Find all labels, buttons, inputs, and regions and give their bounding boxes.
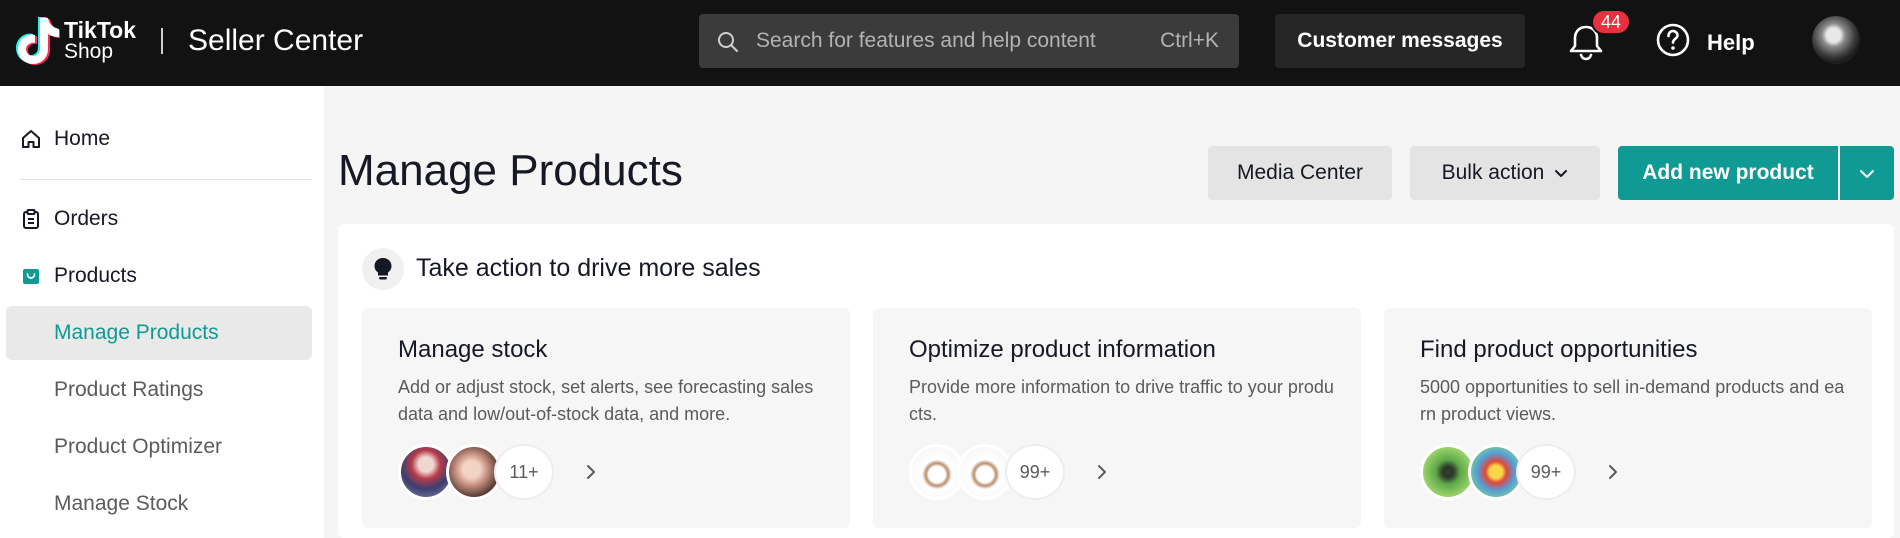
brand-line-2: Shop <box>64 40 114 63</box>
sidebar-divider <box>20 179 312 180</box>
sidebar-item-label: Home <box>54 127 111 150</box>
lightbulb-icon <box>374 258 392 280</box>
add-new-product-button[interactable]: Add new product <box>1618 146 1838 200</box>
lightbulb-icon-wrapper <box>362 248 404 290</box>
sidebar-subitem-label: Manage Products <box>54 321 219 344</box>
sales-actions-panel: Take action to drive more sales Manage s… <box>338 224 1894 538</box>
sidebar-item-label: Products <box>54 264 137 287</box>
sidebar-subitem-label: Product Ratings <box>54 378 204 401</box>
customer-messages-button[interactable]: Customer messages <box>1275 14 1525 68</box>
card-description: Provide more information to drive traffi… <box>909 377 1334 424</box>
tiktok-logo-icon[interactable] <box>16 16 60 66</box>
sidebar-subitem-label: Manage Stock <box>54 492 189 515</box>
card-title: Find product opportunities <box>1420 336 1698 363</box>
chevron-right-icon[interactable] <box>1604 463 1622 481</box>
sidebar-item-manage-products[interactable]: Manage Products <box>6 306 312 360</box>
page-title: Manage Products <box>338 146 683 195</box>
search-bar[interactable]: Search for features and help content Ctr… <box>699 14 1239 68</box>
more-count-badge: 99+ <box>1005 444 1065 500</box>
panel-title: Take action to drive more sales <box>416 254 761 282</box>
sidebar: Home Orders Products Manage Products Pro… <box>0 86 324 538</box>
chevron-right-icon[interactable] <box>1093 463 1111 481</box>
add-product-dropdown-button[interactable] <box>1840 146 1894 200</box>
brand-divider <box>161 28 163 54</box>
search-icon <box>718 32 738 52</box>
more-count-badge: 99+ <box>1516 444 1576 500</box>
more-count-badge: 11+ <box>494 444 554 500</box>
sidebar-subitem-label: Product Optimizer <box>54 435 223 458</box>
media-center-button[interactable]: Media Center <box>1208 146 1392 200</box>
avatar[interactable] <box>1812 16 1860 64</box>
sidebar-item-home[interactable]: Home <box>6 112 312 166</box>
search-placeholder[interactable]: Search for features and help content <box>756 29 1096 53</box>
help-circle-icon <box>1656 23 1690 57</box>
seller-center-title[interactable]: Seller Center <box>188 24 363 58</box>
top-bar: TikTok Shop Seller Center Search for fea… <box>0 0 1900 86</box>
card-title: Optimize product information <box>909 336 1216 363</box>
card-description: Add or adjust stock, set alerts, see for… <box>398 377 814 424</box>
clipboard-icon <box>23 209 39 229</box>
sidebar-item-products[interactable]: Products <box>6 249 312 303</box>
find-product-opportunities-card[interactable]: Find product opportunities 5000 opportun… <box>1384 308 1872 528</box>
help-label: Help <box>1707 30 1755 55</box>
shopping-bag-icon <box>23 269 39 284</box>
bulk-action-label: Bulk action <box>1441 161 1545 184</box>
chevron-down-icon <box>1860 170 1874 178</box>
search-shortcut: Ctrl+K <box>1160 29 1219 52</box>
sidebar-item-product-optimizer[interactable]: Product Optimizer <box>6 420 312 474</box>
card-description: 5000 opportunities to sell in-demand pro… <box>1420 377 1845 424</box>
sidebar-item-product-ratings[interactable]: Product Ratings <box>6 363 312 417</box>
bulk-action-button[interactable]: Bulk action <box>1410 146 1600 200</box>
sidebar-item-label: Orders <box>54 207 119 230</box>
brand-wordmark: TikTok Shop <box>64 19 136 63</box>
chevron-down-icon <box>1555 170 1568 177</box>
optimize-product-info-card[interactable]: Optimize product information Provide mor… <box>873 308 1361 528</box>
sidebar-item-manage-stock[interactable]: Manage Stock <box>6 477 312 531</box>
notification-count-badge[interactable]: 44 <box>1591 9 1631 35</box>
home-icon <box>22 130 40 148</box>
sidebar-item-orders[interactable]: Orders <box>6 192 312 246</box>
card-title: Manage stock <box>398 336 548 363</box>
manage-stock-card[interactable]: Manage stock Add or adjust stock, set al… <box>362 308 850 528</box>
chevron-right-icon[interactable] <box>582 463 600 481</box>
